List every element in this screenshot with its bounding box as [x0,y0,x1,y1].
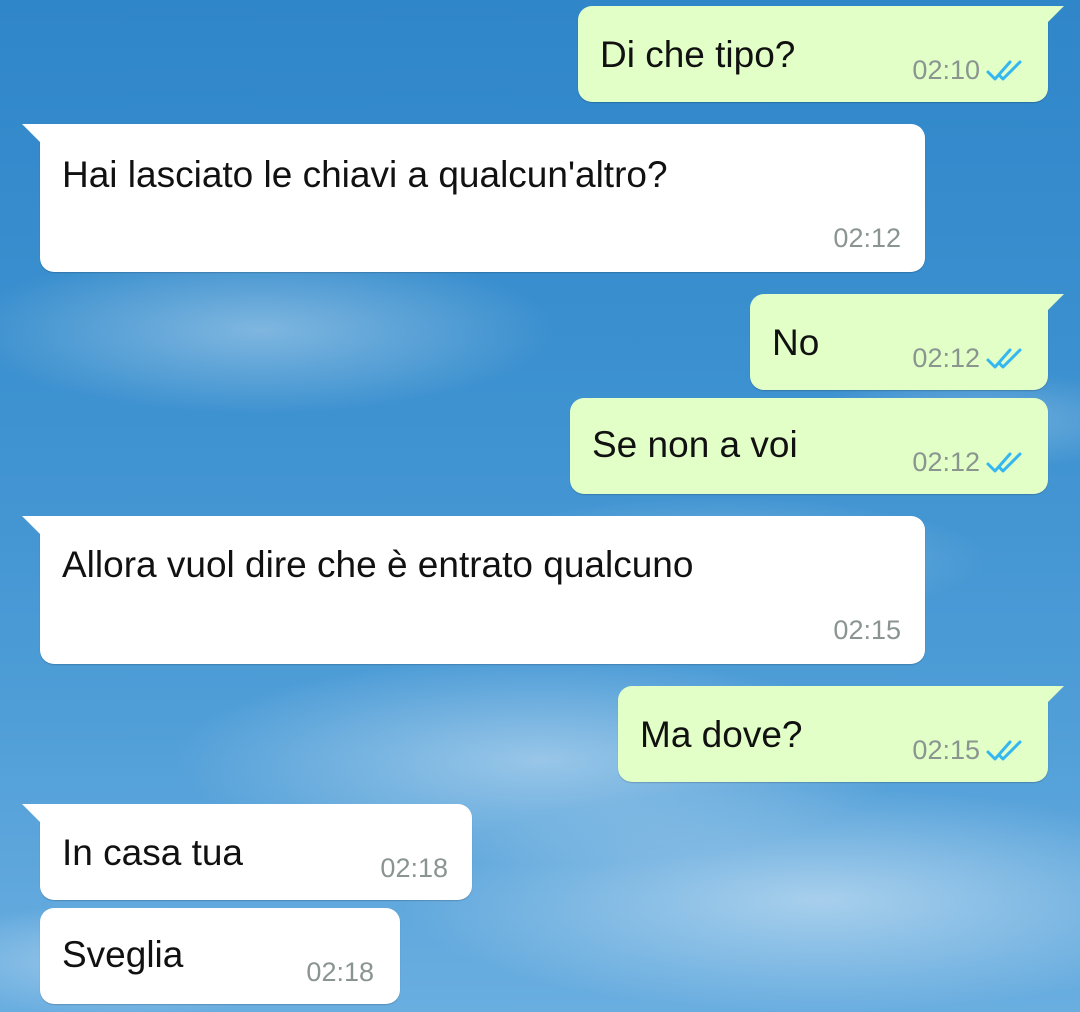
message-bubble-outgoing[interactable]: Di che tipo? 02:10 [578,6,1064,102]
message-time: 02:15 [833,615,901,645]
message-bubble-outgoing[interactable]: No 02:12 [750,294,1064,390]
message-time: 02:12 [912,447,980,477]
message-bubble-incoming[interactable]: Sveglia 02:18 [40,908,400,1004]
message-text: No [772,322,820,363]
message-text: Allora vuol dire che è entrato qualcuno [62,544,694,585]
message-bubble-incoming[interactable]: Hai lasciato le chiavi a qualcun'altro? … [22,124,925,272]
message-text: Ma dove? [640,714,803,755]
message-text: Di che tipo? [600,34,796,75]
double-check-read-icon [986,58,1026,84]
message-text: Hai lasciato le chiavi a qualcun'altro? [62,154,668,195]
double-check-read-icon [986,738,1026,764]
double-check-read-icon [986,346,1026,372]
message-bubble-incoming[interactable]: In casa tua 02:18 [22,804,472,900]
message-meta: 02:12 [912,345,1026,372]
message-bubble-incoming[interactable]: Allora vuol dire che è entrato qualcuno … [22,516,925,664]
message-time: 02:12 [833,223,901,253]
message-time: 02:15 [912,735,980,765]
message-meta: 02:15 [912,737,1026,764]
message-time: 02:10 [912,55,980,85]
message-meta: 02:10 [912,57,1026,84]
message-bubble-outgoing[interactable]: Ma dove? 02:15 [618,686,1064,782]
message-time: 02:18 [380,853,448,883]
double-check-read-icon [986,450,1026,476]
message-meta: 02:18 [380,855,448,882]
message-meta: 02:12 [912,449,1026,476]
message-text: Sveglia [62,934,184,975]
message-bubble-outgoing[interactable]: Se non a voi 02:12 [570,398,1048,494]
message-time: 02:12 [912,343,980,373]
message-meta: 02:18 [306,959,374,986]
message-meta: 02:12 [833,225,901,252]
message-text: Se non a voi [592,424,798,465]
message-time: 02:18 [306,957,374,987]
message-meta: 02:15 [833,617,901,644]
message-text: In casa tua [62,832,244,873]
